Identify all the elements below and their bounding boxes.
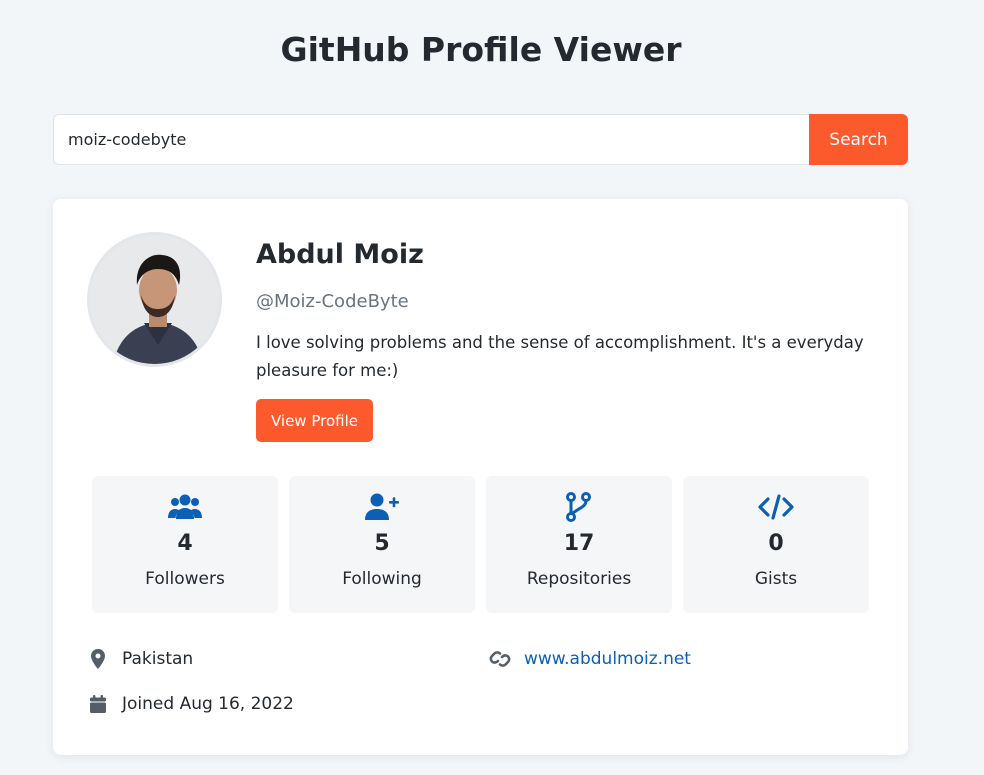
stat-label: Repositories	[526, 569, 632, 589]
stat-repositories: 17 Repositories	[486, 476, 672, 613]
stat-count: 0	[768, 531, 784, 556]
profile-name: Abdul Moiz	[256, 239, 424, 270]
stats-row: 4 Followers 5 Following 17 Repositories …	[92, 476, 869, 613]
search-button[interactable]: Search	[809, 114, 908, 165]
profile-login: @Moiz-CodeByte	[256, 291, 409, 312]
location-row: Pakistan	[87, 649, 193, 669]
profile-card: Abdul Moiz @Moiz-CodeByte I love solving…	[53, 199, 908, 755]
stat-count: 17	[563, 531, 595, 556]
search-bar: Search	[53, 114, 908, 165]
map-marker-icon	[87, 649, 109, 669]
website-link[interactable]: www.abdulmoiz.net	[524, 649, 691, 669]
stat-label: Gists	[754, 569, 798, 589]
location-text: Pakistan	[122, 649, 194, 669]
stat-count: 5	[374, 531, 390, 556]
joined-row: Joined Aug 16, 2022	[87, 694, 294, 714]
users-icon	[168, 491, 202, 523]
page-title: GitHub Profile Viewer	[280, 30, 682, 69]
stat-following: 5 Following	[289, 476, 475, 613]
joined-text: Joined Aug 16, 2022	[122, 694, 294, 714]
link-icon	[489, 650, 511, 668]
profile-bio: I love solving problems and the sense of…	[256, 333, 864, 380]
user-plus-icon	[365, 491, 399, 523]
website-row: www.abdulmoiz.net	[489, 649, 691, 669]
stat-label: Following	[342, 569, 422, 589]
stat-followers: 4 Followers	[92, 476, 278, 613]
view-profile-button[interactable]: View Profile	[256, 399, 373, 442]
code-icon	[758, 491, 794, 523]
avatar	[87, 232, 222, 367]
code-branch-icon	[565, 491, 593, 523]
stat-label: Followers	[145, 569, 225, 589]
search-input[interactable]	[53, 114, 809, 165]
stat-gists: 0 Gists	[683, 476, 869, 613]
stat-count: 4	[177, 531, 193, 556]
calendar-icon	[87, 695, 109, 713]
